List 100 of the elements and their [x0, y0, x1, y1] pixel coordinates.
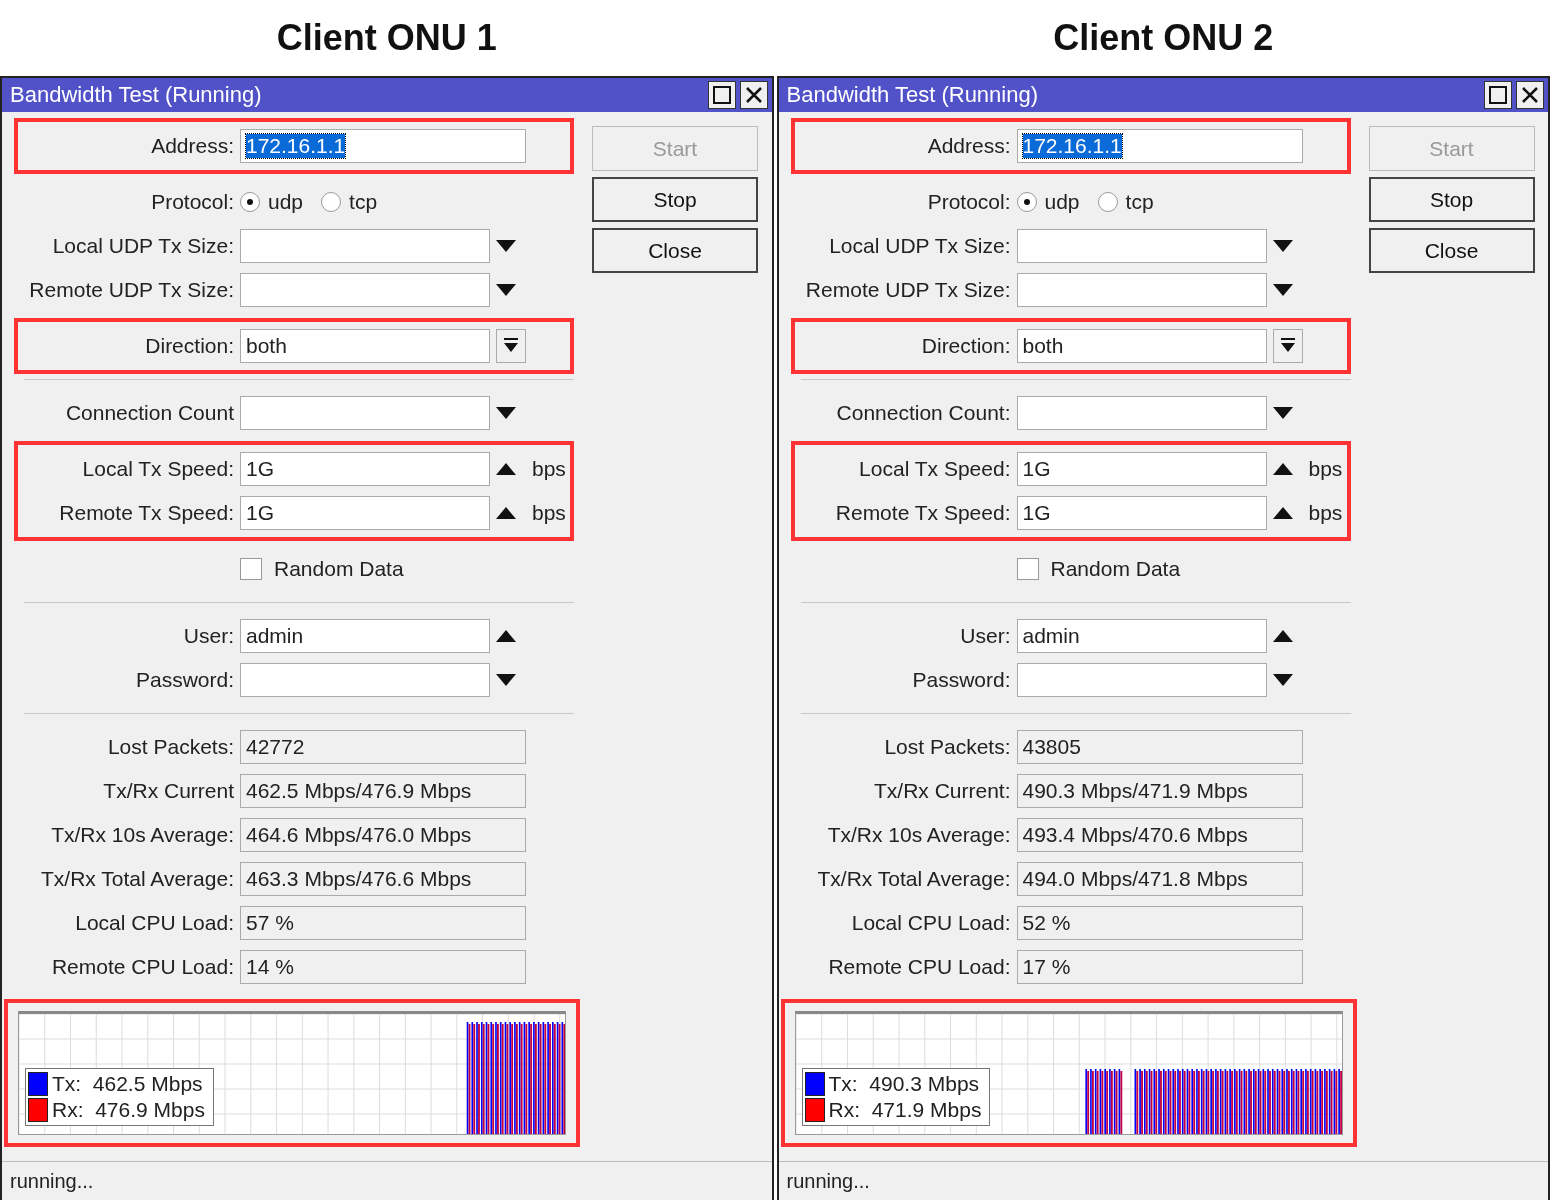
action-button[interactable]: Close — [1368, 228, 1535, 273]
readonly-field: 42772 — [240, 730, 526, 764]
field-label: Tx/Rx Current — [102, 779, 234, 803]
input-field[interactable]: admin — [240, 619, 490, 653]
input-field[interactable] — [240, 229, 490, 263]
input-field[interactable]: 1G — [1016, 452, 1267, 486]
panel-heading: Client ONU 2 — [1053, 17, 1274, 59]
selected-text: 172.16.1.1 — [1022, 134, 1122, 158]
legend-text: Rx: 476.9 Mbps — [52, 1098, 205, 1122]
down-arrow-icon[interactable] — [496, 407, 516, 419]
up-arrow-icon[interactable] — [1272, 507, 1293, 519]
down-arrow-icon[interactable] — [496, 240, 516, 252]
legend-text: Tx: 462.5 Mbps — [52, 1072, 203, 1096]
field-label: Password: — [134, 668, 234, 692]
close-button[interactable] — [1516, 81, 1544, 109]
dropdown-button[interactable] — [1272, 329, 1303, 363]
input-field[interactable] — [1016, 396, 1267, 430]
radio-button[interactable] — [321, 192, 342, 212]
readonly-field: 57 % — [240, 906, 526, 940]
field-label: Address: — [926, 134, 1011, 158]
field-label: Protocol: — [926, 190, 1011, 214]
radio-button[interactable] — [1097, 192, 1118, 212]
input-field[interactable] — [1016, 229, 1267, 263]
input-field[interactable]: 1G — [240, 452, 490, 486]
window-title: Bandwidth Test (Running) — [10, 82, 262, 108]
checkbox-label: Random Data — [274, 557, 404, 581]
selected-text: 172.16.1.1 — [246, 134, 346, 158]
status-text: running... — [786, 1169, 870, 1193]
window-title: Bandwidth Test (Running) — [786, 82, 1039, 108]
field-label: Remote Tx Speed: — [834, 501, 1011, 525]
field-label: Local UDP Tx Size: — [51, 234, 234, 258]
panel-heading: Client ONU 1 — [276, 17, 497, 59]
radio-button[interactable] — [1016, 192, 1037, 212]
maximize-button[interactable] — [1484, 81, 1512, 109]
radio-label: tcp — [1125, 190, 1154, 214]
up-arrow-icon[interactable] — [496, 630, 516, 642]
address-field[interactable]: 172.16.1.1 — [1016, 129, 1303, 163]
field-label: Remote UDP Tx Size: — [28, 278, 234, 302]
up-arrow-icon[interactable] — [496, 507, 516, 519]
action-button[interactable]: Stop — [592, 177, 758, 222]
field-label: User: — [959, 624, 1011, 648]
close-icon — [744, 86, 763, 104]
down-arrow-icon[interactable] — [496, 674, 516, 686]
down-arrow-icon[interactable] — [1272, 674, 1293, 686]
field-label: Local CPU Load: — [74, 911, 234, 935]
input-field[interactable] — [1016, 273, 1267, 307]
field-label: Local Tx Speed: — [81, 457, 234, 481]
field-label: Lost Packets: — [883, 735, 1011, 759]
input-field[interactable]: 1G — [1016, 496, 1267, 530]
checkbox[interactable] — [1016, 558, 1039, 580]
address-field[interactable]: 172.16.1.1 — [240, 129, 526, 163]
action-button[interactable]: Close — [592, 228, 758, 273]
readonly-field: 52 % — [1016, 906, 1303, 940]
maximize-button[interactable] — [707, 81, 736, 109]
action-button[interactable]: Stop — [1368, 177, 1535, 222]
close-icon — [1521, 86, 1539, 104]
field-label: Local UDP Tx Size: — [828, 234, 1011, 258]
readonly-field: 494.0 Mbps/471.8 Mbps — [1016, 862, 1303, 896]
input-field[interactable]: admin — [1016, 619, 1267, 653]
field-label: Local CPU Load: — [850, 911, 1011, 935]
readonly-field: 43805 — [1016, 730, 1303, 764]
field-label: Remote UDP Tx Size: — [804, 278, 1011, 302]
readonly-field: 14 % — [240, 950, 526, 984]
input-field[interactable] — [240, 663, 490, 697]
field-label: Connection Count — [64, 401, 234, 425]
dropdown-button[interactable] — [496, 329, 526, 363]
readonly-field: 463.3 Mbps/476.6 Mbps — [240, 862, 526, 896]
field-label: Tx/Rx 10s Average: — [826, 823, 1011, 847]
radio-button[interactable] — [240, 192, 260, 212]
unit-label: bps — [532, 501, 567, 525]
select-field[interactable]: both — [240, 329, 490, 363]
down-arrow-icon[interactable] — [1272, 407, 1293, 419]
field-label: Lost Packets: — [106, 735, 234, 759]
radio-label: tcp — [349, 190, 378, 214]
field-label: Password: — [911, 668, 1011, 692]
input-field[interactable]: 1G — [240, 496, 490, 530]
field-label: Tx/Rx Total Average: — [816, 867, 1011, 891]
legend-text: Tx: 490.3 Mbps — [828, 1072, 980, 1096]
input-field[interactable] — [240, 396, 490, 430]
close-button[interactable] — [739, 81, 768, 109]
dropdown-icon — [1280, 338, 1295, 354]
down-arrow-icon[interactable] — [496, 284, 516, 296]
up-arrow-icon[interactable] — [1272, 463, 1293, 475]
field-label: Tx/Rx Total Average: — [40, 867, 234, 891]
field-label: Tx/Rx Current: — [872, 779, 1011, 803]
input-field[interactable] — [1016, 663, 1267, 697]
maximize-icon — [712, 86, 731, 104]
field-label: User: — [182, 624, 234, 648]
checkbox[interactable] — [240, 558, 262, 580]
unit-label: bps — [1308, 501, 1344, 525]
field-label: Local Tx Speed: — [858, 457, 1011, 481]
input-field[interactable] — [240, 273, 490, 307]
select-field[interactable]: both — [1016, 329, 1267, 363]
down-arrow-icon[interactable] — [1272, 240, 1293, 252]
up-arrow-icon[interactable] — [1272, 630, 1293, 642]
down-arrow-icon[interactable] — [1272, 284, 1293, 296]
readonly-field: 462.5 Mbps/476.9 Mbps — [240, 774, 526, 808]
field-label: Direction: — [920, 334, 1011, 358]
up-arrow-icon[interactable] — [496, 463, 516, 475]
checkbox-label: Random Data — [1050, 557, 1181, 581]
